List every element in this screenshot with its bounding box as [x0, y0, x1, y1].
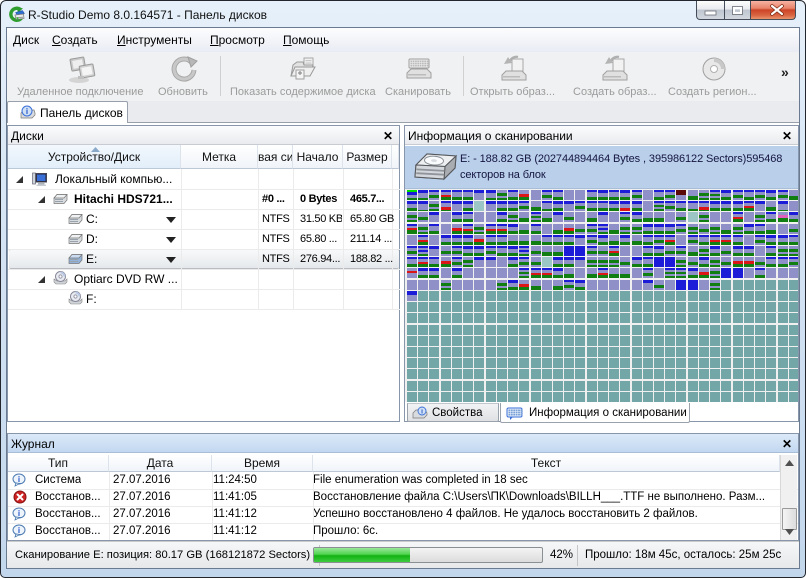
svg-text:i: i	[26, 107, 28, 116]
svg-text:i: i	[18, 509, 20, 518]
svg-text:i: i	[18, 526, 20, 535]
svg-text:i: i	[18, 475, 20, 484]
svg-text:i: i	[421, 409, 423, 416]
